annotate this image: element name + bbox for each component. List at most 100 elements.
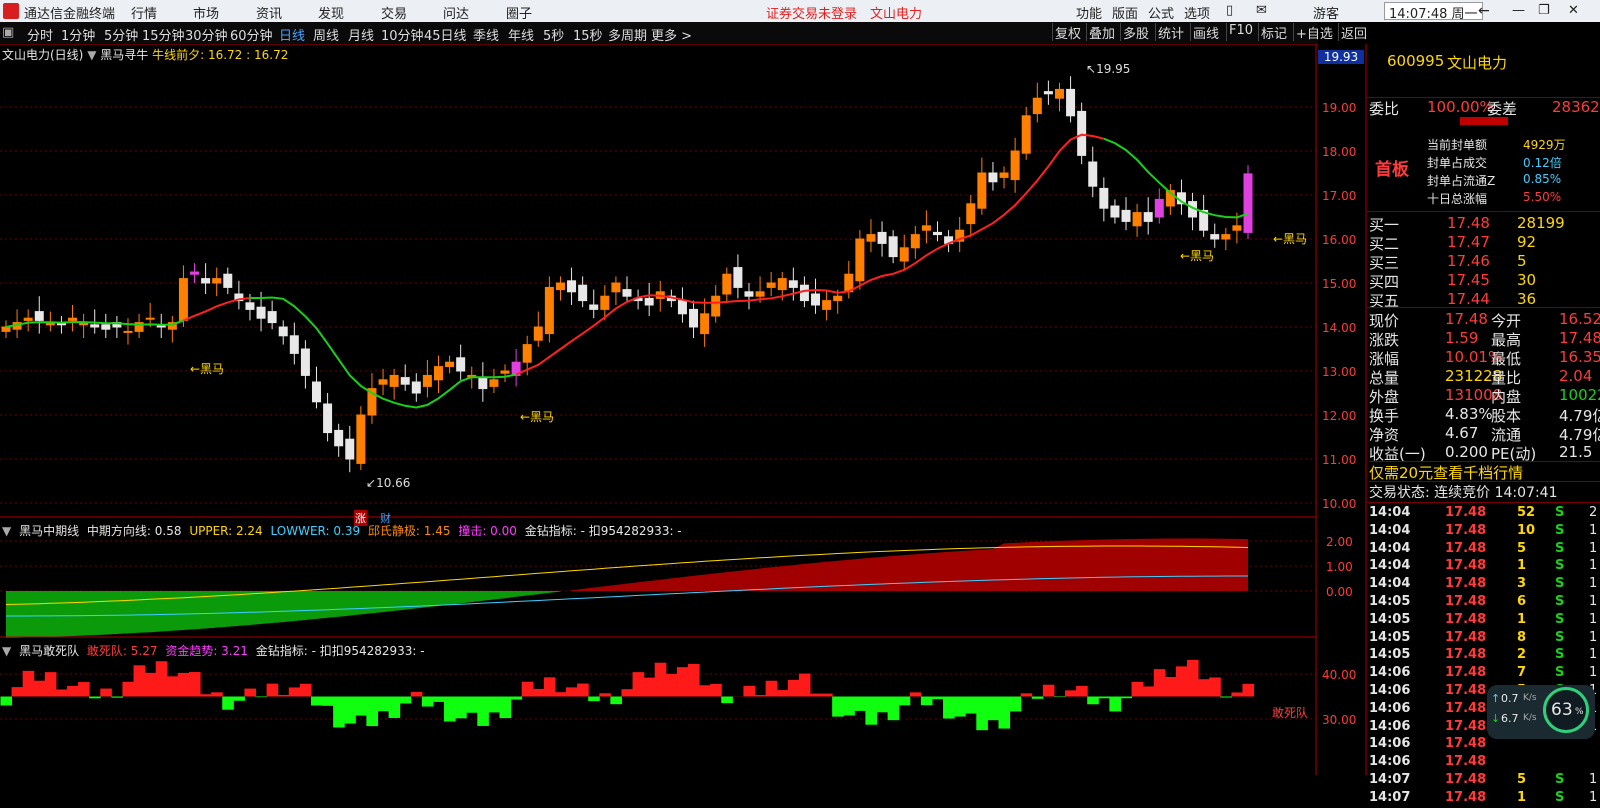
candle-body: [922, 226, 930, 230]
candle-body: [301, 349, 309, 375]
btn-zixuan[interactable]: +自选: [1293, 23, 1335, 41]
ind2-name[interactable]: 黑马敢死队: [19, 644, 79, 658]
tick-row: 14:0517.488S1: [1367, 630, 1600, 648]
close-icon[interactable]: ✕: [1568, 3, 1579, 18]
candle-body: [1078, 111, 1086, 155]
candle-body: [1122, 210, 1130, 221]
candle-body: [723, 274, 731, 294]
btn-huaxian[interactable]: 画线: [1190, 23, 1221, 41]
btn-fanhui[interactable]: 返回: [1338, 23, 1369, 41]
btn-fuquan[interactable]: 复权: [1052, 23, 1083, 41]
btn-f10[interactable]: F10: [1226, 23, 1255, 41]
btn-diejia[interactable]: 叠加: [1086, 23, 1117, 41]
net-speed-widget[interactable]: ↑ 0.7 K/s ↓ 6.7 K/s 63 %: [1487, 685, 1595, 739]
menu-xuanxiang[interactable]: 选项: [1184, 3, 1210, 22]
ind2-bar: [743, 686, 755, 697]
period-30min[interactable]: 30分钟: [185, 25, 228, 44]
period-quarter[interactable]: 季线: [473, 25, 499, 44]
ind2-bar: [122, 682, 134, 697]
kline-chart-area[interactable]: 19.0018.0017.0016.0015.0014.0013.0012.00…: [0, 44, 1367, 775]
ind1-name[interactable]: 黑马中期线: [19, 524, 79, 538]
ind2-bar: [1087, 697, 1099, 705]
ind2-bar: [677, 667, 689, 696]
period-year[interactable]: 年线: [508, 25, 534, 44]
period-60min[interactable]: 60分钟: [230, 25, 273, 44]
minimize-icon[interactable]: —: [1512, 3, 1525, 18]
net-up: 0.7: [1501, 692, 1519, 705]
candle-body: [1067, 89, 1075, 115]
user-label[interactable]: 游客: [1313, 3, 1339, 22]
ind2-bar: [45, 672, 57, 696]
candle-body: [1244, 174, 1252, 233]
restore-icon[interactable]: ❐: [1538, 3, 1550, 18]
ind2-bar: [289, 687, 301, 696]
menu-jiaoyi[interactable]: 交易: [381, 3, 407, 22]
ind2-bar: [832, 697, 844, 717]
candle-body: [1111, 206, 1119, 217]
period-5min[interactable]: 5分钟: [104, 25, 138, 44]
stat-row: 换手4.83%股本4.79亿: [1367, 405, 1600, 423]
btn-duogu[interactable]: 多股: [1120, 23, 1151, 41]
period-fenshi[interactable]: 分时: [27, 25, 53, 44]
seal-row: 封单占成交0.12倍: [1427, 154, 1600, 172]
tick-row: 14:0417.481S1: [1367, 558, 1600, 576]
ind2-bar: [1187, 660, 1199, 697]
period-15sec[interactable]: 15秒: [573, 25, 603, 44]
ind1-tick-label: 0.00: [1326, 585, 1353, 599]
login-warning[interactable]: 证券交易未登录: [766, 3, 857, 22]
menu-gongneng[interactable]: 功能: [1076, 3, 1102, 22]
period-15min[interactable]: 15分钟: [142, 25, 185, 44]
period-weekly[interactable]: 周线: [313, 25, 339, 44]
period-more[interactable]: 更多 >: [651, 25, 692, 44]
mail-icon[interactable]: ✉: [1256, 3, 1267, 18]
ind2-bar: [511, 697, 523, 700]
bid-row[interactable]: 买二17.4792: [1367, 233, 1600, 251]
bid-row[interactable]: 买五17.4436: [1367, 290, 1600, 308]
candle-body: [290, 336, 298, 354]
period-45day[interactable]: 45日线: [424, 25, 467, 44]
tick-row: 14:0417.485S1: [1367, 541, 1600, 559]
candle-body: [124, 331, 132, 332]
period-1min[interactable]: 1分钟: [61, 25, 95, 44]
menu-banmian[interactable]: 版面: [1112, 3, 1138, 22]
collapse-icon[interactable]: ▣: [2, 25, 14, 40]
candle-body: [690, 309, 698, 327]
menu-quanzi[interactable]: 圈子: [506, 3, 532, 22]
bid-row[interactable]: 买三17.465: [1367, 252, 1600, 270]
candle-body: [1155, 199, 1163, 217]
ind2-bar: [544, 677, 556, 696]
phone-icon[interactable]: ▯: [1226, 3, 1233, 18]
ind2-bar: [233, 697, 245, 701]
bid-row[interactable]: 买四17.4530: [1367, 271, 1600, 289]
ind2-toggle-icon[interactable]: ▼: [2, 644, 11, 658]
ind2-bar: [721, 697, 733, 704]
ind2-bar: [621, 689, 633, 696]
menu-gongshi[interactable]: 公式: [1148, 3, 1174, 22]
promo-link[interactable]: 仅需20元查看千档行情: [1369, 461, 1600, 483]
candle-body: [556, 283, 564, 290]
period-monthly[interactable]: 月线: [348, 25, 374, 44]
period-multi[interactable]: 多周期: [608, 25, 647, 44]
btn-biaoji[interactable]: 标记: [1258, 23, 1289, 41]
signal-label-4: ←黑马: [1273, 230, 1307, 247]
candle-body: [423, 375, 431, 386]
menu-faxian[interactable]: 发现: [318, 3, 344, 22]
candle-body: [900, 248, 908, 261]
ind2-bar: [267, 684, 279, 697]
ind2-side-label: 敢死队: [1272, 704, 1308, 721]
menu-zixun[interactable]: 资讯: [256, 3, 282, 22]
menu-shichang[interactable]: 市场: [193, 3, 219, 22]
menu-hangqing[interactable]: 行情: [131, 3, 157, 22]
period-10min[interactable]: 10分钟: [381, 25, 424, 44]
period-5sec[interactable]: 5秒: [543, 25, 564, 44]
upload-icon: ↑: [1491, 692, 1500, 705]
ind1-toggle-icon[interactable]: ▼: [2, 524, 11, 538]
candle-body: [490, 380, 498, 387]
dropdown-tab[interactable]: [1460, 117, 1508, 125]
btn-tongji[interactable]: 统计: [1155, 23, 1186, 41]
ind2-bar: [89, 697, 101, 699]
bid-row[interactable]: 买一17.4828199: [1367, 214, 1600, 232]
menu-wenda[interactable]: 问达: [443, 3, 469, 22]
back-arrow-icon[interactable]: ←: [1478, 3, 1490, 19]
period-daily[interactable]: 日线: [279, 25, 305, 44]
